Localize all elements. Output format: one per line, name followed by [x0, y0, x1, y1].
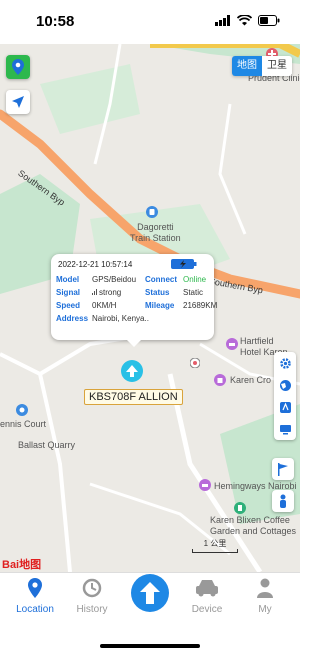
map-label-dagoretti: Dagoretti Train Station	[130, 222, 181, 243]
popup-key-address: Address	[56, 314, 89, 323]
shop-poi-icon	[214, 374, 226, 386]
tab-my[interactable]: My	[240, 578, 290, 615]
screen-tool[interactable]	[274, 418, 296, 440]
map-type-switch[interactable]: 地图 卫星	[232, 56, 292, 76]
car-icon	[196, 580, 218, 597]
tab-my-label: My	[258, 604, 272, 615]
tab-center-button[interactable]	[131, 574, 169, 612]
popup-value-speed: 0KM/H	[92, 301, 117, 310]
tab-device[interactable]: Device	[182, 578, 232, 615]
navigate-button[interactable]	[6, 90, 30, 114]
popup-key-status: Status	[145, 288, 170, 297]
tab-location[interactable]: Location	[10, 578, 60, 615]
popup-key-model: Model	[56, 275, 80, 284]
tab-history[interactable]: History	[67, 578, 117, 615]
popup-key-mileage: Mileage	[145, 301, 175, 310]
globe-icon	[279, 379, 291, 391]
wifi-icon	[237, 15, 252, 26]
user-location-button[interactable]	[6, 55, 30, 79]
navigation-arrow-icon	[12, 96, 24, 108]
tennis-poi-icon	[16, 404, 28, 416]
translate-tool[interactable]	[274, 396, 296, 418]
popup-value-model: GPS/Beidou	[92, 275, 137, 284]
map-type-standard[interactable]: 地图	[232, 56, 262, 76]
status-bar: 10:58	[0, 0, 300, 44]
map-scale: 1 公里	[192, 538, 238, 553]
popup-datetime: 2022-12-21 10:57:14	[58, 260, 133, 269]
location-pin-icon	[28, 578, 42, 598]
vehicle-plate-label[interactable]: KBS708F ALLION	[84, 389, 183, 405]
scale-bar	[192, 549, 238, 553]
tab-location-label: Location	[16, 604, 54, 615]
bottom-tab-bar: Location History Device My	[0, 572, 300, 651]
vehicle-info-popup[interactable]: 2022-12-21 10:57:14 Model GPS/Beidou Con…	[51, 254, 218, 347]
globe-tool[interactable]	[274, 374, 296, 396]
vehicle-arrow-icon	[126, 365, 138, 377]
settings-tool[interactable]	[274, 352, 296, 374]
popup-value-mileage: 21689KM	[183, 301, 218, 310]
signal-strength-icon	[92, 289, 97, 295]
translate-icon	[279, 401, 291, 413]
person-icon	[257, 578, 273, 598]
signal-icon	[215, 15, 230, 26]
person-icon	[280, 494, 286, 508]
status-icons	[215, 15, 280, 26]
map-label-ballast: Ballast Quarry	[18, 440, 76, 450]
status-time: 10:58	[36, 13, 75, 30]
baidu-map-logo: Bai地图	[2, 556, 41, 572]
popup-value-connect: Online	[183, 275, 207, 284]
tab-device-label: Device	[191, 604, 223, 615]
battery-icon	[258, 15, 280, 26]
street-view-button[interactable]	[272, 490, 294, 512]
location-pin-icon	[12, 59, 24, 75]
gear-icon	[279, 357, 291, 369]
monitor-icon	[279, 424, 291, 434]
map-label-blixen: Karen Blixen Coffee Garden and Cottages	[210, 515, 297, 536]
flag-icon	[278, 462, 288, 476]
history-icon	[82, 578, 102, 598]
mall-poi-icon	[190, 358, 200, 368]
popup-value-signal: strong	[99, 288, 122, 297]
vehicle-marker[interactable]	[121, 360, 143, 382]
map-type-satellite[interactable]: 卫星	[262, 56, 292, 76]
battery-status-icon	[171, 259, 197, 269]
popup-value-status: Static	[183, 288, 204, 297]
train-station-poi-icon	[146, 206, 158, 218]
popup-key-connect: Connect	[145, 275, 177, 284]
tab-history-label: History	[76, 604, 108, 615]
logo-text: Bai地图	[2, 559, 42, 571]
arrow-up-icon	[140, 582, 160, 604]
hotel-poi-icon	[226, 338, 238, 350]
map-tools-panel	[274, 352, 296, 440]
map-label-tennis: ennis Court	[0, 419, 47, 429]
hemingways-poi-icon	[199, 479, 211, 491]
blixen-poi-icon	[234, 502, 246, 514]
popup-key-signal: Signal	[56, 288, 81, 297]
popup-value-address: Nairobi, Kenya..	[92, 314, 149, 323]
popup-key-speed: Speed	[56, 301, 81, 310]
scale-label: 1 公里	[203, 539, 227, 548]
map-label-karen-cross: Karen Cro	[230, 375, 272, 385]
fence-button[interactable]	[272, 458, 294, 480]
home-indicator	[100, 644, 200, 648]
